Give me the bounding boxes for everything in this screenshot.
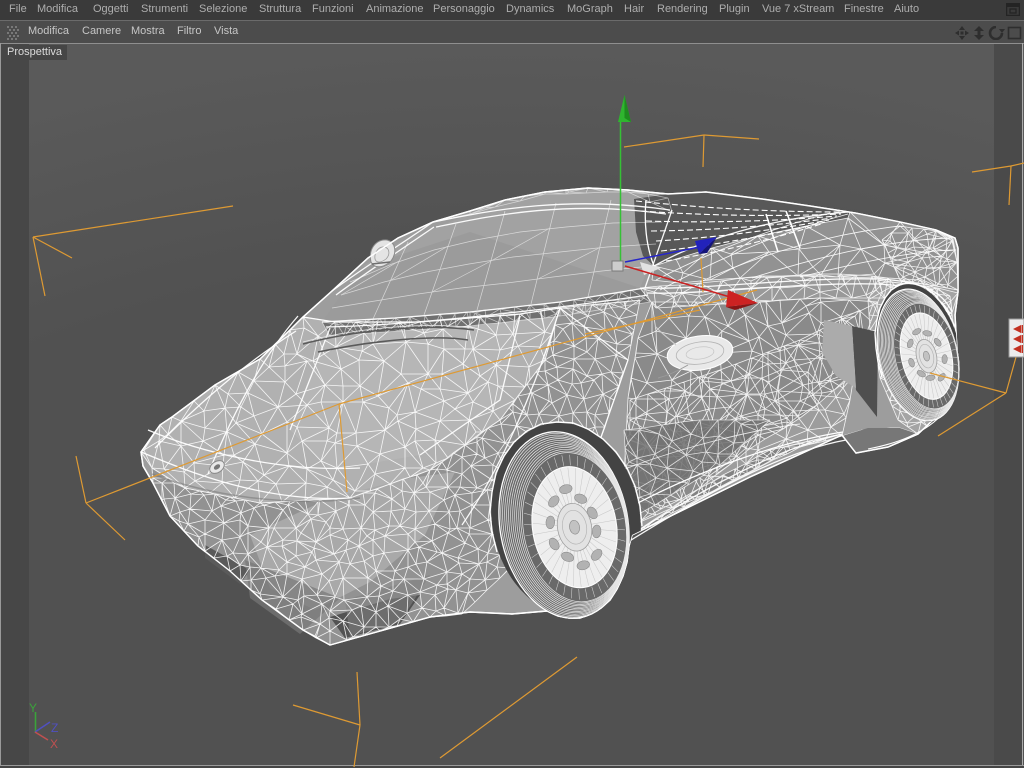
svg-text:Z: Z: [51, 721, 58, 735]
svg-text:X: X: [50, 737, 58, 751]
svg-text:Y: Y: [29, 701, 37, 715]
